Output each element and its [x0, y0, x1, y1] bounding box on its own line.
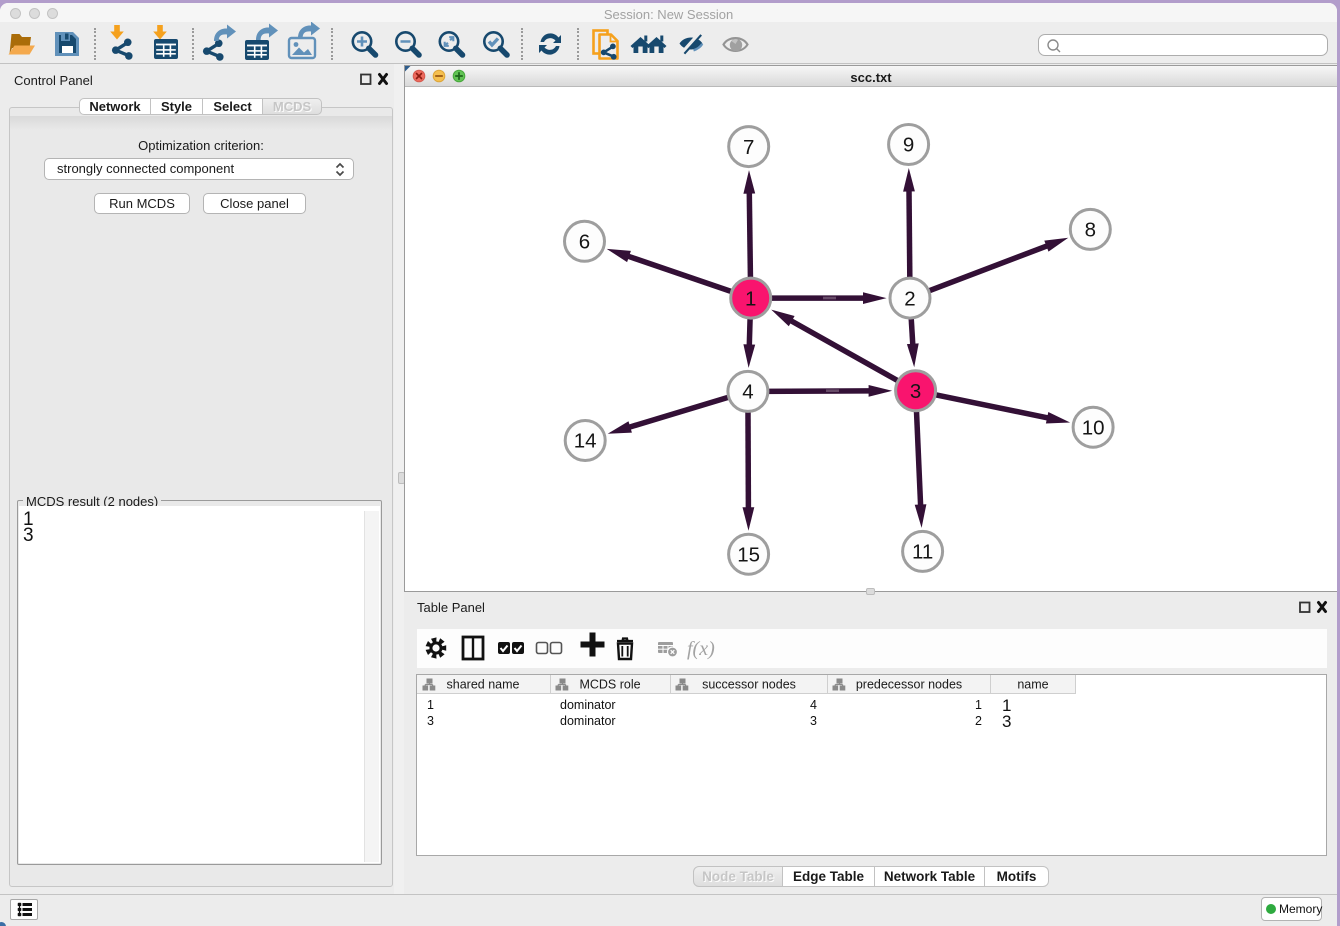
svg-text:6: 6 [579, 231, 590, 254]
svg-text:successor nodes: successor nodes [702, 678, 796, 692]
svg-text:8: 8 [1085, 219, 1096, 242]
svg-text:f(x): f(x) [687, 638, 715, 660]
svg-text:14: 14 [574, 430, 597, 453]
svg-text:1: 1 [745, 287, 756, 310]
svg-text:9: 9 [903, 134, 914, 157]
svg-text:2: 2 [904, 287, 915, 310]
svg-text:MCDS role: MCDS role [579, 678, 640, 692]
svg-text:4: 4 [742, 381, 753, 404]
svg-text:shared name: shared name [447, 678, 520, 692]
svg-text:10: 10 [1082, 416, 1105, 439]
svg-text:7: 7 [743, 136, 754, 159]
svg-text:15: 15 [737, 543, 760, 566]
svg-text:3: 3 [910, 380, 921, 403]
svg-text:predecessor nodes: predecessor nodes [856, 678, 962, 692]
svg-text:11: 11 [912, 541, 933, 564]
svg-text:name: name [1017, 678, 1048, 692]
